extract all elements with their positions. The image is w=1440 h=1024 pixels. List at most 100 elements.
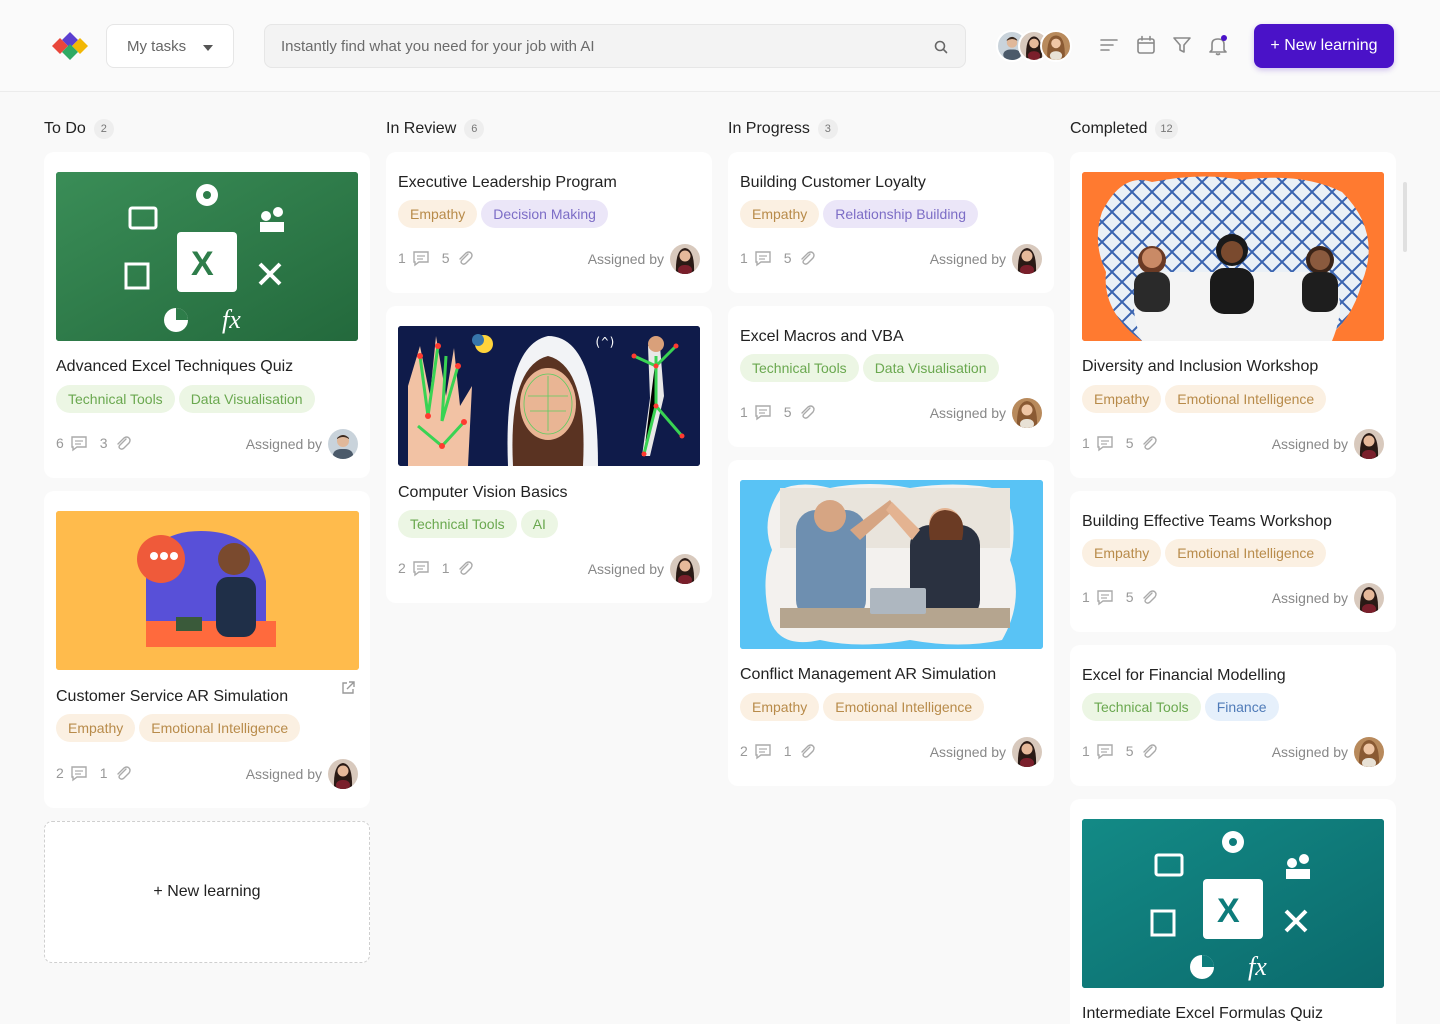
search-icon[interactable]	[933, 39, 949, 55]
paperclip-icon[interactable]	[1140, 434, 1158, 452]
card-title: Computer Vision Basics	[398, 484, 568, 501]
skill-tag[interactable]: Emotional Intelligence	[1165, 539, 1327, 567]
comment-icon[interactable]	[70, 434, 88, 452]
notification-bell-icon[interactable]	[1207, 34, 1229, 56]
new-learning-button[interactable]: + New learning	[1254, 24, 1394, 68]
comment-icon[interactable]	[754, 249, 772, 267]
learning-card[interactable]: X fx Advanced Excel Techniques Quiz Tech…	[44, 152, 370, 478]
skill-tag[interactable]: Technical Tools	[1082, 693, 1201, 721]
learning-card[interactable]: Building Customer Loyalty Empathy Relati…	[728, 152, 1054, 293]
paperclip-icon[interactable]	[798, 249, 816, 267]
skill-tag[interactable]: Decision Making	[481, 200, 608, 228]
assigned-by: Assigned by	[1272, 429, 1384, 459]
svg-text:(^): (^)	[594, 335, 616, 349]
learning-card[interactable]: Building Effective Teams Workshop Empath…	[1070, 491, 1396, 632]
card-tags: Empathy Emotional Intelligence	[56, 714, 301, 742]
column-count-badge: 3	[817, 119, 838, 139]
learning-card[interactable]: Excel Macros and VBA Technical Tools Dat…	[728, 306, 1054, 447]
skill-tag[interactable]: Emotional Intelligence	[139, 714, 301, 742]
paperclip-icon[interactable]	[1140, 588, 1158, 606]
external-link-icon[interactable]	[340, 680, 356, 696]
skill-tag[interactable]: Emotional Intelligence	[1165, 385, 1327, 413]
skill-tag[interactable]: Empathy	[740, 693, 820, 721]
card-tags: Technical Tools AI	[398, 510, 558, 538]
avatar[interactable]	[328, 429, 358, 459]
avatar[interactable]	[1354, 583, 1384, 613]
comment-icon[interactable]	[1096, 588, 1114, 606]
avatar[interactable]	[1012, 398, 1042, 428]
avatar[interactable]	[1354, 737, 1384, 767]
avatar[interactable]	[1012, 244, 1042, 274]
learning-card[interactable]: Diversity and Inclusion Workshop Empathy…	[1070, 152, 1396, 478]
paperclip-icon[interactable]	[798, 403, 816, 421]
card-tags: Empathy Emotional Intelligence	[1082, 539, 1327, 567]
sort-icon[interactable]	[1098, 34, 1120, 56]
learning-card[interactable]: Conflict Management AR Simulation Empath…	[728, 460, 1054, 786]
learning-card[interactable]: X fx Intermediate Excel Formulas Quiz	[1070, 799, 1396, 1024]
card-title: Conflict Management AR Simulation	[740, 666, 997, 683]
assigned-by-label: Assigned by	[587, 251, 664, 267]
card-title: Excel for Financial Modelling	[1082, 667, 1286, 684]
svg-text:X: X	[1217, 892, 1240, 930]
assigned-by: Assigned by	[930, 737, 1042, 767]
paperclip-icon[interactable]	[798, 742, 816, 760]
skill-tag[interactable]: Empathy	[1082, 385, 1162, 413]
search-input[interactable]	[265, 25, 965, 67]
attachment-count: 5	[783, 404, 792, 420]
filter-icon[interactable]	[1171, 34, 1193, 56]
assigned-by-label: Assigned by	[929, 405, 1006, 421]
assigned-by: Assigned by	[246, 759, 358, 789]
avatar[interactable]	[670, 244, 700, 274]
comment-icon[interactable]	[1096, 742, 1114, 760]
card-thumbnail	[1082, 172, 1384, 341]
skill-tag[interactable]: Empathy	[56, 714, 136, 742]
skill-tag[interactable]: Empathy	[740, 200, 820, 228]
svg-text:fx: fx	[1248, 952, 1267, 981]
calendar-icon[interactable]	[1135, 34, 1157, 56]
paperclip-icon[interactable]	[456, 559, 474, 577]
paperclip-icon[interactable]	[456, 249, 474, 267]
avatar[interactable]	[1012, 737, 1042, 767]
paperclip-icon[interactable]	[114, 764, 132, 782]
skill-tag[interactable]: Emotional Intelligence	[823, 693, 985, 721]
comment-icon[interactable]	[1096, 434, 1114, 452]
assigned-by: Assigned by	[930, 244, 1042, 274]
avatar[interactable]	[328, 759, 358, 789]
learning-card[interactable]: Customer Service AR Simulation Empathy E…	[44, 491, 370, 808]
my-tasks-dropdown[interactable]: My tasks	[106, 24, 234, 68]
skill-tag[interactable]: Technical Tools	[398, 510, 517, 538]
skill-tag[interactable]: Empathy	[398, 200, 478, 228]
comment-icon[interactable]	[70, 764, 88, 782]
learning-card[interactable]: Excel for Financial Modelling Technical …	[1070, 645, 1396, 786]
skill-tag[interactable]: Finance	[1204, 693, 1279, 721]
skill-tag[interactable]: Relationship Building	[823, 200, 979, 228]
new-learning-card-button[interactable]: + New learning	[44, 821, 370, 963]
avatar[interactable]	[670, 554, 700, 584]
card-thumbnail: (^)	[398, 326, 700, 466]
comment-icon[interactable]	[412, 249, 430, 267]
paperclip-icon[interactable]	[114, 434, 132, 452]
card-meta: 1 5	[740, 403, 828, 421]
skill-tag[interactable]: AI	[520, 510, 558, 538]
learning-card[interactable]: (^) Computer Vision Basics Technical Too…	[386, 306, 712, 603]
comment-icon[interactable]	[754, 742, 772, 760]
column-header: To Do 2	[44, 118, 114, 140]
scrollbar[interactable]	[1403, 182, 1407, 252]
comment-count: 1	[740, 250, 748, 266]
card-meta: 1 5	[1082, 434, 1170, 452]
avatar[interactable]	[1354, 429, 1384, 459]
comment-count: 1	[740, 404, 748, 420]
avatar[interactable]	[1040, 30, 1072, 62]
paperclip-icon[interactable]	[1140, 742, 1158, 760]
attachment-count: 3	[99, 435, 108, 451]
skill-tag[interactable]: Technical Tools	[56, 385, 175, 413]
skill-tag[interactable]: Empathy	[1082, 539, 1162, 567]
skill-tag[interactable]: Data Visualisation	[178, 385, 315, 413]
skill-tag[interactable]: Data Visualisation	[862, 354, 999, 382]
skill-tag[interactable]: Technical Tools	[740, 354, 859, 382]
comment-icon[interactable]	[754, 403, 772, 421]
team-avatars[interactable]	[996, 30, 1078, 62]
comment-icon[interactable]	[412, 559, 430, 577]
learning-card[interactable]: Executive Leadership Program Empathy Dec…	[386, 152, 712, 293]
app-logo[interactable]	[46, 30, 94, 62]
